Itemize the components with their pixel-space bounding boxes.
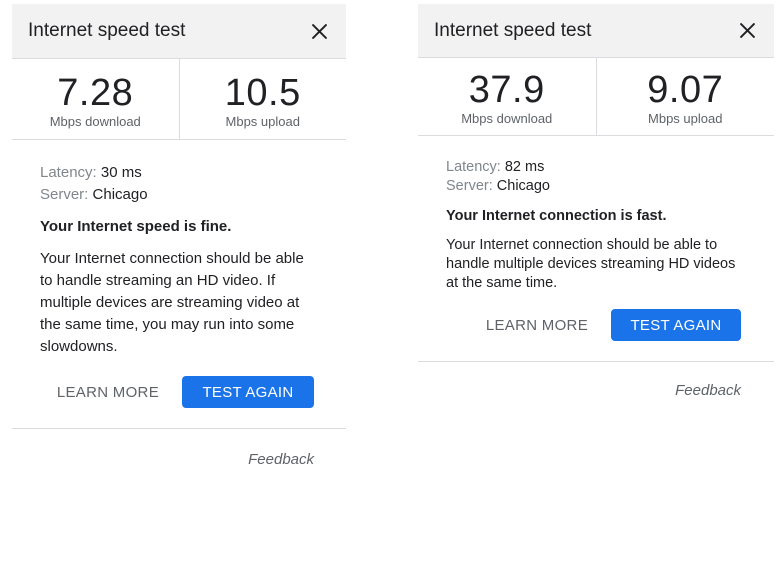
- upload-label: Mbps upload: [648, 111, 723, 126]
- download-metric: 7.28 Mbps download: [12, 59, 179, 139]
- upload-value: 10.5: [224, 72, 301, 114]
- latency-label: Latency:: [446, 159, 501, 175]
- upload-label: Mbps upload: [225, 114, 300, 129]
- learn-more-button[interactable]: LEARN MORE: [57, 384, 159, 401]
- download-metric: 37.9 Mbps download: [418, 58, 596, 135]
- speed-description: Your Internet connection should be able …: [446, 237, 736, 291]
- panel-header: Internet speed test: [12, 4, 346, 59]
- latency-row: Latency: 30 ms: [40, 162, 318, 184]
- panel-body: Latency: 30 ms Server: Chicago Your Inte…: [12, 140, 346, 408]
- panel-title: Internet speed test: [434, 19, 592, 41]
- close-button[interactable]: [736, 20, 758, 42]
- speed-description: Your Internet connection should be able …: [40, 250, 304, 355]
- server-label: Server:: [446, 178, 493, 194]
- close-button[interactable]: [308, 20, 330, 42]
- upload-metric: 10.5 Mbps upload: [178, 59, 347, 139]
- feedback-link[interactable]: Feedback: [12, 451, 346, 468]
- panel-body: Latency: 82 ms Server: Chicago Your Inte…: [418, 136, 774, 341]
- latency-value: 30 ms: [100, 164, 142, 181]
- feedback-link[interactable]: Feedback: [418, 382, 774, 399]
- latency-row: Latency: 82 ms: [446, 158, 746, 177]
- speed-metrics: 7.28 Mbps download 10.5 Mbps upload: [12, 59, 346, 140]
- close-icon: [311, 23, 327, 39]
- test-again-button[interactable]: TEST AGAIN: [182, 376, 314, 408]
- server-value: Chicago: [496, 178, 550, 194]
- learn-more-button[interactable]: LEARN MORE: [486, 317, 588, 334]
- download-value: 37.9: [468, 69, 545, 111]
- close-icon: [739, 23, 755, 38]
- speed-test-panel-right: Internet speed test 37.9 Mbps download 9…: [418, 4, 774, 399]
- speed-test-panel-left: Internet speed test 7.28 Mbps download 1…: [12, 4, 346, 468]
- panel-title: Internet speed test: [28, 20, 186, 41]
- speed-metrics: 37.9 Mbps download 9.07 Mbps upload: [418, 58, 774, 136]
- download-label: Mbps download: [461, 111, 553, 126]
- server-row: Server: Chicago: [40, 184, 318, 206]
- speed-headline: Your Internet connection is fast.: [446, 208, 667, 224]
- upload-value: 9.07: [647, 69, 724, 111]
- upload-metric: 9.07 Mbps upload: [595, 58, 775, 135]
- action-buttons: LEARN MORE TEST AGAIN: [446, 309, 746, 341]
- speed-headline: Your Internet speed is fine.: [40, 218, 232, 235]
- server-label: Server:: [40, 186, 89, 203]
- server-row: Server: Chicago: [446, 177, 746, 196]
- latency-value: 82 ms: [504, 159, 545, 175]
- download-label: Mbps download: [49, 114, 141, 129]
- download-value: 7.28: [57, 72, 134, 114]
- latency-label: Latency:: [40, 164, 97, 181]
- panel-header: Internet speed test: [418, 4, 774, 58]
- server-value: Chicago: [92, 186, 148, 203]
- action-buttons: LEARN MORE TEST AGAIN: [40, 376, 318, 408]
- divider: [12, 428, 346, 429]
- divider: [418, 361, 774, 362]
- test-again-button[interactable]: TEST AGAIN: [611, 309, 741, 341]
